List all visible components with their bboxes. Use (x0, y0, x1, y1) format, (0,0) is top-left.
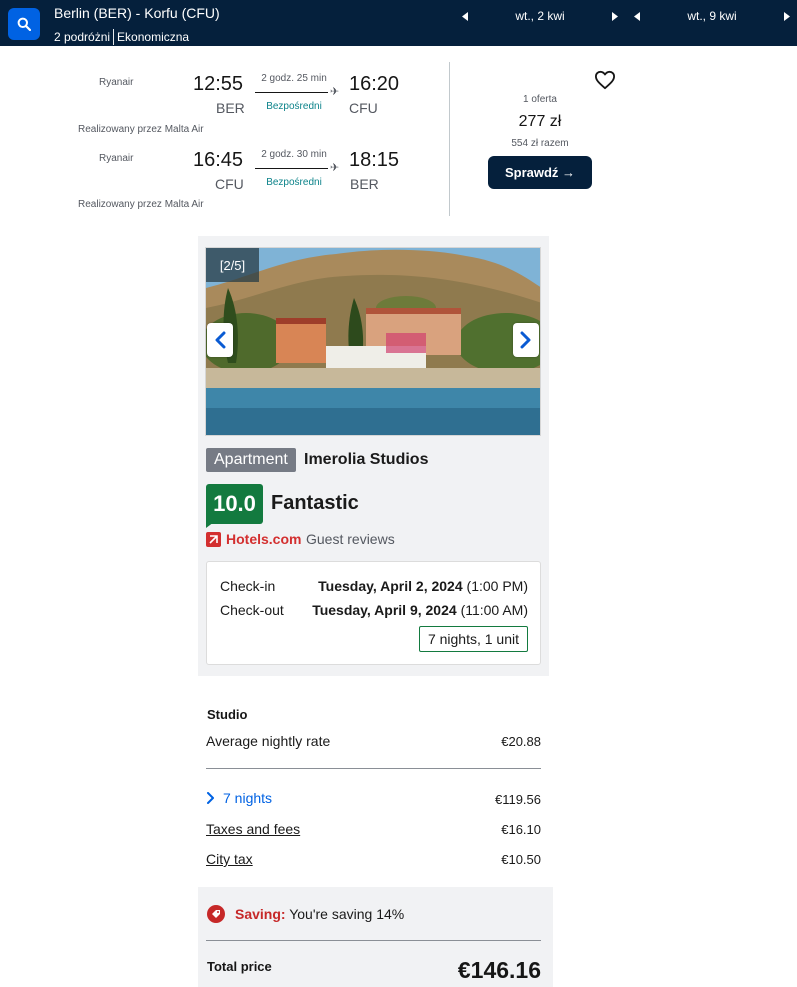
chevron-right-icon (520, 331, 531, 349)
saving-label: Saving: (235, 906, 286, 922)
return-date-nav: wt., 9 kwi (632, 7, 792, 25)
flight-path-line (255, 168, 328, 169)
depart-date-nav: wt., 2 kwi (460, 7, 620, 25)
divider (206, 768, 541, 769)
search-summary-bar: Berlin (BER) - Korfu (CFU) 2 podróżni Ek… (0, 0, 797, 46)
chevron-right-icon (207, 792, 214, 804)
return-date[interactable]: wt., 9 kwi (642, 9, 782, 23)
review-score-label: Fantastic (271, 492, 359, 514)
arrive-time: 16:20 (349, 73, 400, 95)
checkout-time: (11:00 AM) (460, 602, 528, 618)
heart-icon[interactable] (594, 70, 616, 90)
nights-expand-toggle[interactable]: 7 nights (206, 790, 272, 806)
checkin-value: Tuesday, April 2, 2024 (1:00 PM) (318, 578, 528, 594)
caret-right-icon (784, 11, 790, 21)
guest-reviews-label: Guest reviews (306, 531, 395, 547)
nightly-rate-value: €20.88 (501, 734, 541, 749)
divider (206, 940, 541, 941)
hotels-com-icon (206, 532, 221, 547)
room-type: Studio (207, 707, 248, 722)
search-icon (17, 17, 31, 31)
flight-path-line (255, 92, 328, 93)
saving-message: Saving: You're saving 14% (235, 906, 404, 922)
stay-dates-box: Check-in Tuesday, April 2, 2024 (1:00 PM… (206, 561, 541, 665)
prev-return-date-button[interactable] (632, 8, 642, 24)
travellers-count: 2 podróżni (54, 30, 111, 44)
saving-text: You're saving 14% (289, 906, 405, 922)
arrive-time: 18:15 (349, 149, 400, 171)
offers-count: 1 oferta (523, 94, 557, 105)
nights-value: €119.56 (494, 792, 541, 807)
review-score: 10.0 (206, 484, 263, 524)
depart-airport: CFU (215, 176, 244, 192)
price-tag-icon (207, 905, 225, 923)
caret-left-icon (634, 11, 640, 21)
city-tax-link[interactable]: City tax (206, 851, 253, 867)
route-title[interactable]: Berlin (BER) - Korfu (CFU) (54, 5, 220, 21)
check-deal-button[interactable]: Sprawdź → (488, 156, 592, 189)
flight-price: 277 zł (518, 113, 562, 130)
hotel-card: [2/5] Apartment Imerolia Studios 10.0 Fa… (198, 236, 549, 676)
operated-by: Realizowany przez Malta Air (78, 199, 204, 210)
prev-depart-date-button[interactable] (460, 8, 470, 24)
next-depart-date-button[interactable] (610, 8, 620, 24)
checkout-label: Check-out (220, 602, 284, 618)
arrive-airport: CFU (349, 100, 378, 116)
search-button[interactable] (8, 8, 40, 40)
depart-airport: BER (216, 100, 245, 116)
plane-icon: ✈ (330, 86, 340, 98)
stops-info: Bezpośredni (266, 177, 322, 188)
operated-by: Realizowany przez Malta Air (78, 124, 204, 135)
nightly-rate-label: Average nightly rate (206, 733, 331, 749)
property-type-badge: Apartment (206, 448, 296, 472)
depart-time: 16:45 (193, 149, 244, 171)
checkout-value: Tuesday, April 9, 2024 (11:00 AM) (312, 602, 528, 618)
airline-name: Ryanair (99, 77, 134, 88)
review-source: Hotels.com (226, 531, 302, 547)
plane-icon: ✈ (330, 162, 340, 174)
stay-summary-badge: 7 nights, 1 unit (418, 626, 528, 652)
flight-duration: 2 godz. 30 min (261, 149, 327, 160)
taxes-fees-value: €16.10 (501, 822, 541, 837)
hotel-name[interactable]: Imerolia Studios (304, 451, 428, 469)
flight-duration: 2 godz. 25 min (261, 73, 327, 84)
prev-photo-button[interactable] (207, 323, 233, 357)
card-divider (449, 62, 450, 216)
total-price-value: €146.16 (457, 957, 541, 983)
divider (113, 29, 115, 45)
checkin-time: (1:00 PM) (466, 578, 528, 594)
saving-total-box: Saving: You're saving 14% Total price €1… (198, 887, 553, 987)
caret-left-icon (462, 11, 468, 21)
next-return-date-button[interactable] (782, 8, 792, 24)
trip-details[interactable]: 2 podróżni Ekonomiczna (54, 29, 189, 45)
flight-total-price: 554 zł razem (511, 138, 569, 149)
total-price-label: Total price (207, 959, 272, 974)
chevron-left-icon (215, 331, 226, 349)
checkout-date: Tuesday, April 9, 2024 (312, 602, 457, 618)
photo-counter: [2/5] (206, 248, 259, 282)
nights-label: 7 nights (223, 790, 273, 806)
caret-right-icon (612, 11, 618, 21)
taxes-fees-link[interactable]: Taxes and fees (206, 821, 300, 837)
next-photo-button[interactable] (513, 323, 539, 357)
arrive-airport: BER (350, 176, 379, 192)
stops-info: Bezpośredni (266, 101, 322, 112)
cabin-class: Ekonomiczna (117, 30, 190, 44)
airline-name: Ryanair (99, 153, 134, 164)
depart-time: 12:55 (193, 73, 244, 95)
city-tax-value: €10.50 (501, 852, 541, 867)
depart-date[interactable]: wt., 2 kwi (470, 9, 610, 23)
checkin-date: Tuesday, April 2, 2024 (318, 578, 463, 594)
score-badge-tail (206, 522, 214, 528)
checkin-label: Check-in (220, 578, 276, 594)
